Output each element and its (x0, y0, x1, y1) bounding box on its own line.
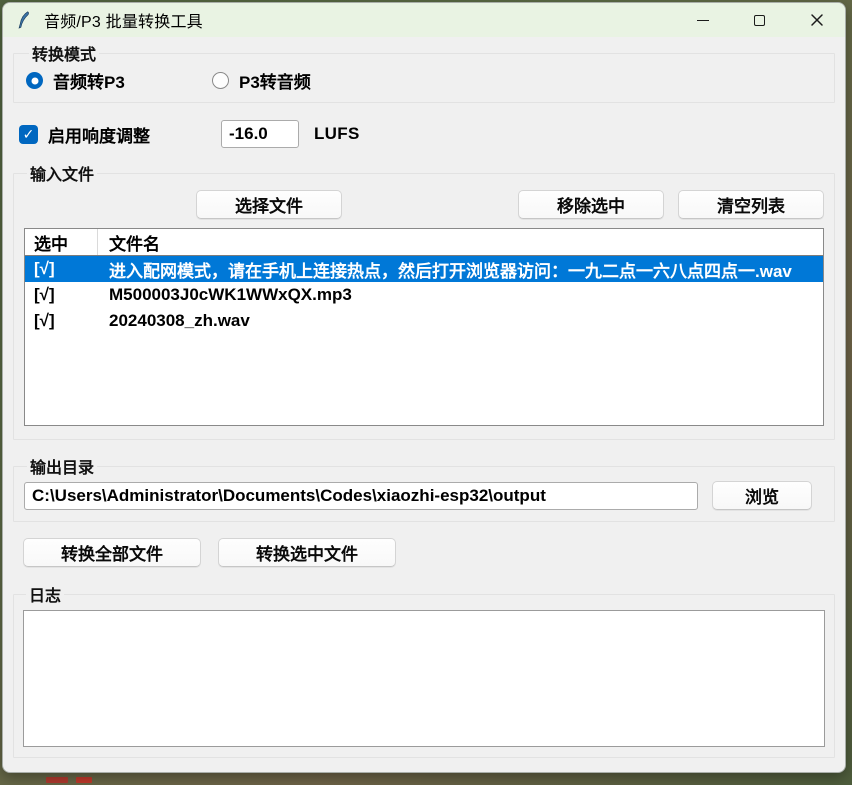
actions-row: 转换全部文件 转换选中文件 (23, 538, 845, 567)
loudness-row: ✓ 启用响度调整 LUFS (19, 119, 845, 149)
input-files-label: 输入文件 (27, 161, 97, 185)
title-bar[interactable]: 音频/P3 批量转换工具 (3, 3, 845, 37)
browse-button[interactable]: 浏览 (712, 481, 812, 510)
file-table-header: 选中 文件名 (25, 229, 823, 256)
radio-unselected-icon (212, 72, 229, 89)
close-button[interactable] (788, 3, 845, 37)
remove-selected-button[interactable]: 移除选中 (518, 190, 664, 219)
close-icon (810, 13, 824, 27)
maximize-button[interactable] (731, 3, 788, 37)
row-check-cell[interactable]: [√] (25, 285, 98, 305)
file-buttons-row: 选择文件 移除选中 清空列表 (24, 190, 824, 219)
mode-options-row: 音频转P3 P3转音频 (26, 68, 824, 93)
row-check-cell[interactable]: [√] (25, 259, 98, 279)
taskbar-fragment (46, 777, 68, 783)
output-dir-row: 浏览 (24, 481, 824, 510)
radio-selected-icon (26, 72, 43, 89)
maximize-icon (754, 15, 765, 26)
output-dir-groupbox: 输出目录 浏览 (13, 454, 835, 522)
table-row[interactable]: [√] 进入配网模式，请在手机上连接热点，然后打开浏览器访问：一九二点一六八点四… (25, 256, 823, 282)
row-filename-cell: M500003J0cWK1WWxQX.mp3 (98, 285, 352, 305)
table-row[interactable]: [√] M500003J0cWK1WWxQX.mp3 (25, 282, 823, 308)
minimize-icon (697, 20, 709, 21)
table-row[interactable]: [√] 20240308_zh.wav (25, 308, 823, 334)
column-header-checked[interactable]: 选中 (25, 229, 98, 255)
minimize-button[interactable] (674, 3, 731, 37)
radio-audio-to-p3-label: 音频转P3 (53, 68, 125, 93)
loudness-checkbox[interactable]: ✓ 启用响度调整 (19, 122, 221, 147)
row-filename-cell: 20240308_zh.wav (98, 311, 250, 331)
app-window: 音频/P3 批量转换工具 转换模式 音频转P3 (2, 2, 846, 773)
spacer (342, 190, 518, 219)
python-feather-icon (16, 11, 33, 29)
radio-audio-to-p3[interactable]: 音频转P3 (26, 68, 212, 93)
file-table: 选中 文件名 [√] 进入配网模式，请在手机上连接热点，然后打开浏览器访问：一九… (24, 228, 824, 426)
log-groupbox: 日志 (13, 582, 835, 758)
radio-p3-to-audio-label: P3转音频 (239, 68, 311, 93)
select-files-button[interactable]: 选择文件 (196, 190, 342, 219)
loudness-checkbox-label: 启用响度调整 (48, 122, 150, 147)
column-header-filename[interactable]: 文件名 (98, 229, 160, 255)
checkbox-checked-icon: ✓ (19, 125, 38, 144)
desktop-background: 音频/P3 批量转换工具 转换模式 音频转P3 (0, 0, 852, 785)
output-dir-label: 输出目录 (27, 454, 97, 478)
mode-group-label: 转换模式 (29, 41, 99, 65)
radio-p3-to-audio[interactable]: P3转音频 (212, 68, 311, 93)
row-filename-cell: 进入配网模式，请在手机上连接热点，然后打开浏览器访问：一九二点一六八点四点一.w… (98, 257, 792, 282)
input-files-groupbox: 输入文件 选择文件 移除选中 清空列表 选中 文件名 [√] 进入配网模式，请在… (13, 161, 835, 440)
mode-groupbox: 转换模式 音频转P3 P3转音频 (13, 41, 835, 103)
window-title: 音频/P3 批量转换工具 (44, 8, 203, 32)
taskbar-fragment (76, 777, 92, 783)
output-path-input[interactable] (24, 482, 698, 510)
lufs-input[interactable] (221, 120, 299, 148)
window-content: 转换模式 音频转P3 P3转音频 ✓ 启用响度调整 (3, 37, 845, 772)
clear-list-button[interactable]: 清空列表 (678, 190, 824, 219)
log-label: 日志 (26, 582, 64, 606)
convert-all-button[interactable]: 转换全部文件 (23, 538, 201, 567)
row-check-cell[interactable]: [√] (25, 311, 98, 331)
convert-selected-button[interactable]: 转换选中文件 (218, 538, 396, 567)
window-controls (674, 3, 845, 37)
lufs-unit-label: LUFS (314, 124, 360, 144)
log-textarea[interactable] (23, 610, 825, 747)
